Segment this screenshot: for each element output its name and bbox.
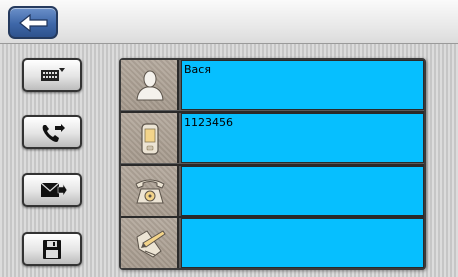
person-icon <box>136 70 164 101</box>
pen-note-icon <box>136 230 166 258</box>
phone-field[interactable] <box>181 166 424 216</box>
contact-row-name-icon-cell <box>121 60 179 110</box>
save-button[interactable] <box>22 232 82 266</box>
name-field[interactable]: Вася <box>181 60 424 110</box>
name-value: Вася <box>184 63 211 76</box>
contact-row-note-icon-cell <box>121 218 179 268</box>
mobile-phone-icon <box>141 123 159 155</box>
contact-row-mobile-icon-cell <box>121 113 179 163</box>
back-button[interactable] <box>8 6 58 39</box>
contact-row-mobile: 1123456 <box>121 113 424 164</box>
top-bar <box>0 0 458 44</box>
desk-phone-icon <box>135 179 165 204</box>
save-floppy-icon <box>43 240 61 259</box>
keyboard-icon <box>41 68 65 81</box>
send-message-button[interactable] <box>22 173 82 207</box>
phone-transfer-icon <box>42 124 65 142</box>
note-field[interactable] <box>181 218 424 268</box>
contact-row-note <box>121 218 424 268</box>
phone-transfer-button[interactable] <box>22 115 82 149</box>
back-arrow-icon <box>19 14 48 32</box>
contact-row-phone <box>121 166 424 217</box>
contact-card: Вася 1123456 <box>119 58 426 270</box>
contact-row-name: Вася <box>121 60 424 111</box>
contact-row-phone-icon-cell <box>121 166 179 216</box>
keyboard-button[interactable] <box>22 58 82 92</box>
mobile-field[interactable]: 1123456 <box>181 113 424 163</box>
send-message-icon <box>40 182 68 197</box>
mobile-value: 1123456 <box>184 116 233 129</box>
